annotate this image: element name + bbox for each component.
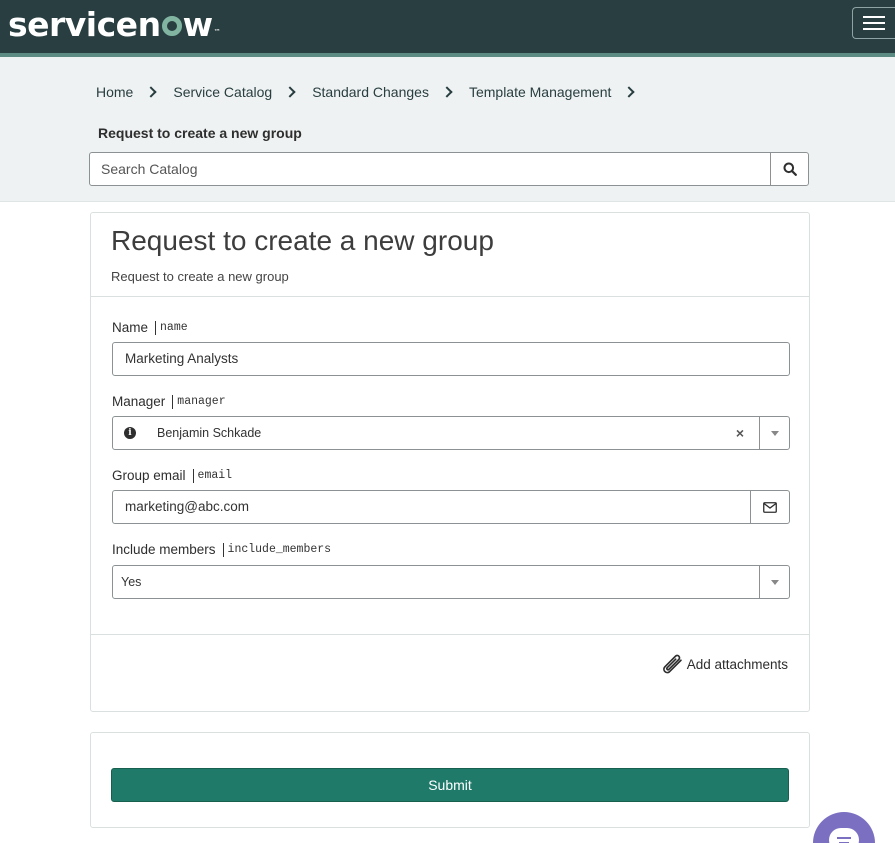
chevron-right-icon [284, 86, 296, 98]
manager-value: Benjamin Schkade [157, 426, 262, 440]
breadcrumb-template-management[interactable]: Template Management [469, 84, 611, 100]
breadcrumb-home[interactable]: Home [96, 84, 133, 100]
name-label: Name name [112, 320, 188, 335]
email-label-text: Group email [112, 468, 186, 483]
paperclip-icon [662, 654, 682, 674]
email-value[interactable]: marketing@abc.com [113, 491, 750, 523]
manager-label: Manager manager [112, 394, 226, 409]
hamburger-icon-bar [863, 16, 885, 18]
email-field[interactable]: marketing@abc.com [112, 490, 790, 524]
hamburger-icon-bar [863, 22, 885, 24]
chat-icon-line [837, 836, 851, 839]
manager-dropdown-button[interactable] [759, 417, 789, 449]
include-members-variable-name: include_members [222, 542, 331, 557]
search-icon [783, 162, 797, 176]
email-variable-name: email [192, 468, 232, 483]
chevron-right-icon [145, 86, 158, 98]
chevron-right-icon [441, 86, 453, 98]
catalog-item-form: Request to create a new group Request to… [90, 212, 810, 712]
envelope-icon [763, 501, 777, 513]
caret-down-icon [770, 430, 779, 436]
search-button[interactable] [770, 153, 808, 185]
form-subtitle: Request to create a new group [111, 269, 289, 284]
logo-trademark: ™ [213, 28, 221, 36]
top-header: servicen w ™ [0, 0, 895, 53]
breadcrumb-standard-changes[interactable]: Standard Changes [312, 84, 429, 100]
name-field[interactable]: Marketing Analysts [112, 342, 790, 376]
submit-panel: Submit [90, 732, 810, 828]
breadcrumb-service-catalog[interactable]: Service Catalog [173, 84, 272, 100]
manager-reference-field[interactable]: i Benjamin Schkade × [112, 416, 790, 450]
name-variable-name: name [155, 320, 188, 335]
name-label-text: Name [112, 320, 149, 335]
logo-text-end: w [182, 4, 214, 44]
submit-button[interactable]: Submit [111, 768, 789, 802]
breadcrumb-area: Home Service Catalog Standard Changes Te… [0, 57, 895, 202]
include-members-label-text: Include members [112, 542, 216, 557]
clear-icon[interactable]: × [730, 425, 750, 441]
manager-label-text: Manager [112, 394, 166, 409]
include-members-dropdown-button[interactable] [759, 566, 789, 598]
chevron-right-icon [623, 86, 636, 98]
include-members-select[interactable]: Yes [112, 565, 790, 599]
divider [91, 634, 809, 635]
hamburger-icon-bar [863, 28, 885, 30]
add-attachments-button[interactable]: Add attachments [658, 653, 788, 675]
hamburger-menu-button[interactable] [852, 7, 895, 39]
mail-button[interactable] [750, 491, 789, 523]
logo-text: servicen [8, 4, 161, 44]
search-input[interactable] [90, 153, 770, 185]
manager-variable-name: manager [172, 394, 226, 409]
info-icon[interactable]: i [124, 427, 136, 439]
add-attachments-label: Add attachments [686, 656, 788, 672]
chat-icon [829, 828, 859, 843]
caret-down-icon [770, 579, 779, 585]
email-label: Group email email [112, 468, 232, 483]
virtual-agent-chat-button[interactable] [813, 812, 875, 843]
include-members-value: Yes [121, 575, 142, 589]
catalog-search [89, 152, 809, 186]
breadcrumb-current: Request to create a new group [98, 125, 302, 141]
breadcrumb: Home Service Catalog Standard Changes Te… [96, 84, 651, 100]
divider [91, 296, 809, 297]
servicenow-logo[interactable]: servicen w ™ [8, 4, 221, 44]
form-title: Request to create a new group [111, 225, 494, 256]
logo-o-ring [161, 16, 182, 36]
include-members-label: Include members include_members [112, 542, 331, 557]
